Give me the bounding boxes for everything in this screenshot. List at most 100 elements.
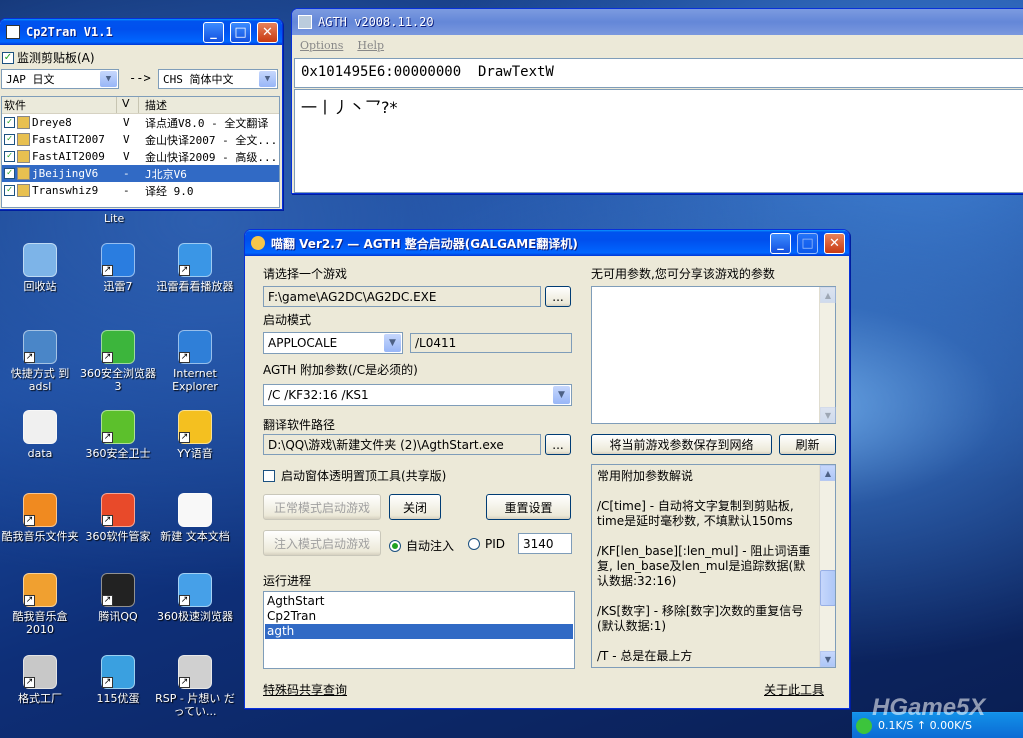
desktop-icon-label: 360软件管家 bbox=[85, 530, 151, 543]
software-desc: 金山快译2007 - 全文... bbox=[145, 133, 278, 147]
transparent-tool-checkbox[interactable]: 启动窗体透明置顶工具(共享版) bbox=[263, 467, 446, 484]
list-item[interactable]: AgthStart bbox=[265, 594, 573, 609]
monitor-clipboard-checkbox[interactable]: ✓ 监测剪贴板(A) bbox=[2, 49, 95, 66]
desktop-icon[interactable]: ↗ 115优蛋 bbox=[78, 655, 158, 705]
desktop-icon[interactable]: ↗ 迅雷7 bbox=[78, 243, 158, 293]
desktop-icon[interactable]: ↗ 酷我音乐盒2010 bbox=[0, 573, 80, 636]
chevron-down-icon: ▼ bbox=[553, 386, 570, 404]
desktop-icon[interactable]: ↗ 腾讯QQ bbox=[78, 573, 158, 623]
app-icon: ↗ bbox=[178, 410, 212, 444]
close-button[interactable]: ✕ bbox=[257, 21, 278, 43]
scroll-up-icon[interactable]: ▲ bbox=[820, 287, 836, 303]
agth-titlebar[interactable]: AGTH v2008.11.20 bbox=[292, 9, 1023, 35]
software-desc: 译经 9.0 bbox=[145, 184, 194, 198]
maximize-button[interactable]: □ bbox=[797, 232, 818, 254]
column-header-software[interactable]: 软件 bbox=[2, 97, 117, 113]
app-icon bbox=[251, 236, 265, 250]
browse-translator-button[interactable]: ... bbox=[545, 434, 571, 455]
inject-launch-button[interactable]: 注入模式启动游戏 bbox=[263, 530, 381, 556]
shortcut-arrow-icon: ↗ bbox=[102, 352, 113, 363]
menu-help[interactable]: Help bbox=[357, 39, 384, 52]
software-name: Transwhiz9 bbox=[32, 184, 99, 197]
target-lang-select[interactable]: CHS 简体中文 ▼ bbox=[158, 69, 278, 89]
source-lang-select[interactable]: JAP 日文 ▼ bbox=[1, 69, 119, 89]
close-button[interactable]: ✕ bbox=[824, 232, 845, 254]
desktop-icon[interactable]: 新建 文本文档 bbox=[155, 493, 235, 543]
desktop-icon-label: 酷我音乐盒2010 bbox=[12, 610, 68, 636]
table-row[interactable]: ✓ Transwhiz9 - 译经 9.0 bbox=[2, 182, 279, 199]
help-line bbox=[597, 529, 815, 544]
software-list: 软件 V 描述 ✓ Dreye8 V 译点通V8.0 - 全文翻译 ✓ FastAIT20… bbox=[1, 96, 280, 208]
desktop-icon[interactable]: ↗ 360安全浏览器 3 bbox=[78, 330, 158, 393]
pid-radio[interactable]: PID bbox=[468, 537, 505, 551]
desktop-icon[interactable]: ↗ 快捷方式 到 adsl bbox=[0, 330, 80, 393]
scroll-down-icon[interactable]: ▼ bbox=[820, 407, 836, 423]
desktop-icon[interactable]: ↗ 酷我音乐文件夹 bbox=[0, 493, 80, 543]
lang-arrow: --> bbox=[129, 71, 151, 85]
desktop-icon[interactable]: 回收站 bbox=[0, 243, 80, 293]
app-icon: ↗ bbox=[101, 330, 135, 364]
special-code-link[interactable]: 特殊码共享查询 bbox=[263, 681, 347, 698]
scroll-up-icon[interactable]: ▲ bbox=[820, 465, 835, 481]
help-textbox[interactable]: 常用附加参数解说/C[time] - 自动将文字复制到剪贴板, time是延时毫… bbox=[591, 464, 836, 668]
normal-launch-button[interactable]: 正常模式启动游戏 bbox=[263, 494, 381, 520]
app-icon: ↗ bbox=[178, 573, 212, 607]
agth-text-area[interactable]: 一丨丿丶乛?* bbox=[294, 89, 1023, 193]
mode-select[interactable]: APPLOCALE ▼ bbox=[263, 332, 403, 354]
table-row[interactable]: ✓ jBeijingV6 - J北京V6 bbox=[2, 165, 279, 182]
list-item[interactable]: Cp2Tran bbox=[265, 609, 573, 624]
hook-address-field[interactable]: 0x101495E6:00000000 DrawTextW bbox=[294, 58, 1023, 88]
desktop-icon[interactable]: ↗ 360极速浏览器 bbox=[155, 573, 235, 623]
save-params-button[interactable]: 将当前游戏参数保存到网络 bbox=[591, 434, 772, 455]
checkbox-checked-icon[interactable]: ✓ bbox=[4, 168, 15, 179]
column-header-v[interactable]: V bbox=[117, 97, 139, 113]
list-item[interactable]: agth bbox=[265, 624, 573, 639]
table-row[interactable]: ✓ FastAIT2009 V 金山快译2009 - 高级... bbox=[2, 148, 279, 165]
game-path-field[interactable]: F:\game\AG2DC\AG2DC.EXE bbox=[263, 286, 541, 307]
auto-inject-radio[interactable]: 自动注入 bbox=[389, 537, 454, 554]
locale-field[interactable]: /L0411 bbox=[410, 333, 572, 353]
process-rows: AgthStart Cp2Tran agth bbox=[265, 594, 573, 639]
scroll-thumb[interactable] bbox=[820, 570, 835, 606]
desktop-icon[interactable]: ↗ 360软件管家 bbox=[78, 493, 158, 543]
checkbox-checked-icon[interactable]: ✓ bbox=[4, 134, 15, 145]
launcher-titlebar[interactable]: 喵翻 Ver2.7 — AGTH 整合启动器(GALGAME翻译机) _ □ ✕ bbox=[245, 230, 849, 256]
checkbox-checked-icon[interactable]: ✓ bbox=[4, 151, 15, 162]
close-launcher-button[interactable]: 关闭 bbox=[389, 494, 441, 520]
checkbox-checked-icon[interactable]: ✓ bbox=[4, 185, 15, 196]
agth-params-label: AGTH 附加参数(/C是必须的) bbox=[263, 363, 418, 377]
refresh-button[interactable]: 刷新 bbox=[779, 434, 836, 455]
params-textarea[interactable]: ▲ ▼ bbox=[591, 286, 836, 424]
about-link[interactable]: 关于此工具 bbox=[764, 681, 824, 698]
desktop-icon[interactable]: ↗ RSP - 片想い だってい... bbox=[155, 655, 235, 718]
table-row[interactable]: ✓ Dreye8 V 译点通V8.0 - 全文翻译 bbox=[2, 114, 279, 131]
params-scrollbar[interactable]: ▲ ▼ bbox=[819, 287, 836, 423]
agth-params-select[interactable]: /C /KF32:16 /KS1 ▼ bbox=[263, 384, 572, 406]
browse-game-button[interactable]: ... bbox=[545, 286, 571, 307]
translator-path-field[interactable]: D:\QQ\游戏\新建文件夹 (2)\AgthStart.exe bbox=[263, 434, 541, 455]
software-name: FastAIT2009 bbox=[32, 150, 105, 163]
minimize-button[interactable]: _ bbox=[770, 232, 791, 254]
launcher-body: 请选择一个游戏 F:\game\AG2DC\AG2DC.EXE ... 启动模式… bbox=[245, 256, 849, 708]
maximize-button[interactable]: □ bbox=[230, 21, 251, 43]
desktop-icon[interactable]: data bbox=[0, 410, 80, 460]
desktop-icon[interactable]: ↗ 迅雷看看播放器 bbox=[155, 243, 235, 293]
desktop-icon[interactable]: ↗ 360安全卫士 bbox=[78, 410, 158, 460]
minimize-button[interactable]: _ bbox=[203, 21, 224, 43]
desktop-icon[interactable]: ↗ YY语音 bbox=[155, 410, 235, 460]
network-speed-icon[interactable] bbox=[856, 717, 872, 734]
scroll-down-icon[interactable]: ▼ bbox=[820, 651, 835, 667]
shortcut-arrow-icon: ↗ bbox=[102, 677, 113, 688]
desktop-icon[interactable]: ↗ 格式工厂 bbox=[0, 655, 80, 705]
cp2tran-titlebar[interactable]: Cp2Tran V1.1 _ □ ✕ bbox=[0, 19, 282, 45]
pid-field[interactable]: 3140 bbox=[518, 533, 572, 554]
target-lang-value: CHS 简体中文 bbox=[163, 73, 234, 86]
desktop-icon[interactable]: ↗ Internet Explorer bbox=[155, 330, 235, 393]
agth-params-value: /C /KF32:16 /KS1 bbox=[268, 388, 369, 402]
table-row[interactable]: ✓ FastAIT2007 V 金山快译2007 - 全文... bbox=[2, 131, 279, 148]
checkbox-checked-icon[interactable]: ✓ bbox=[4, 117, 15, 128]
help-scrollbar[interactable]: ▲ ▼ bbox=[819, 465, 835, 667]
column-header-desc[interactable]: 描述 bbox=[139, 97, 279, 113]
reset-settings-button[interactable]: 重置设置 bbox=[486, 494, 571, 520]
menu-options[interactable]: Options bbox=[300, 39, 343, 52]
